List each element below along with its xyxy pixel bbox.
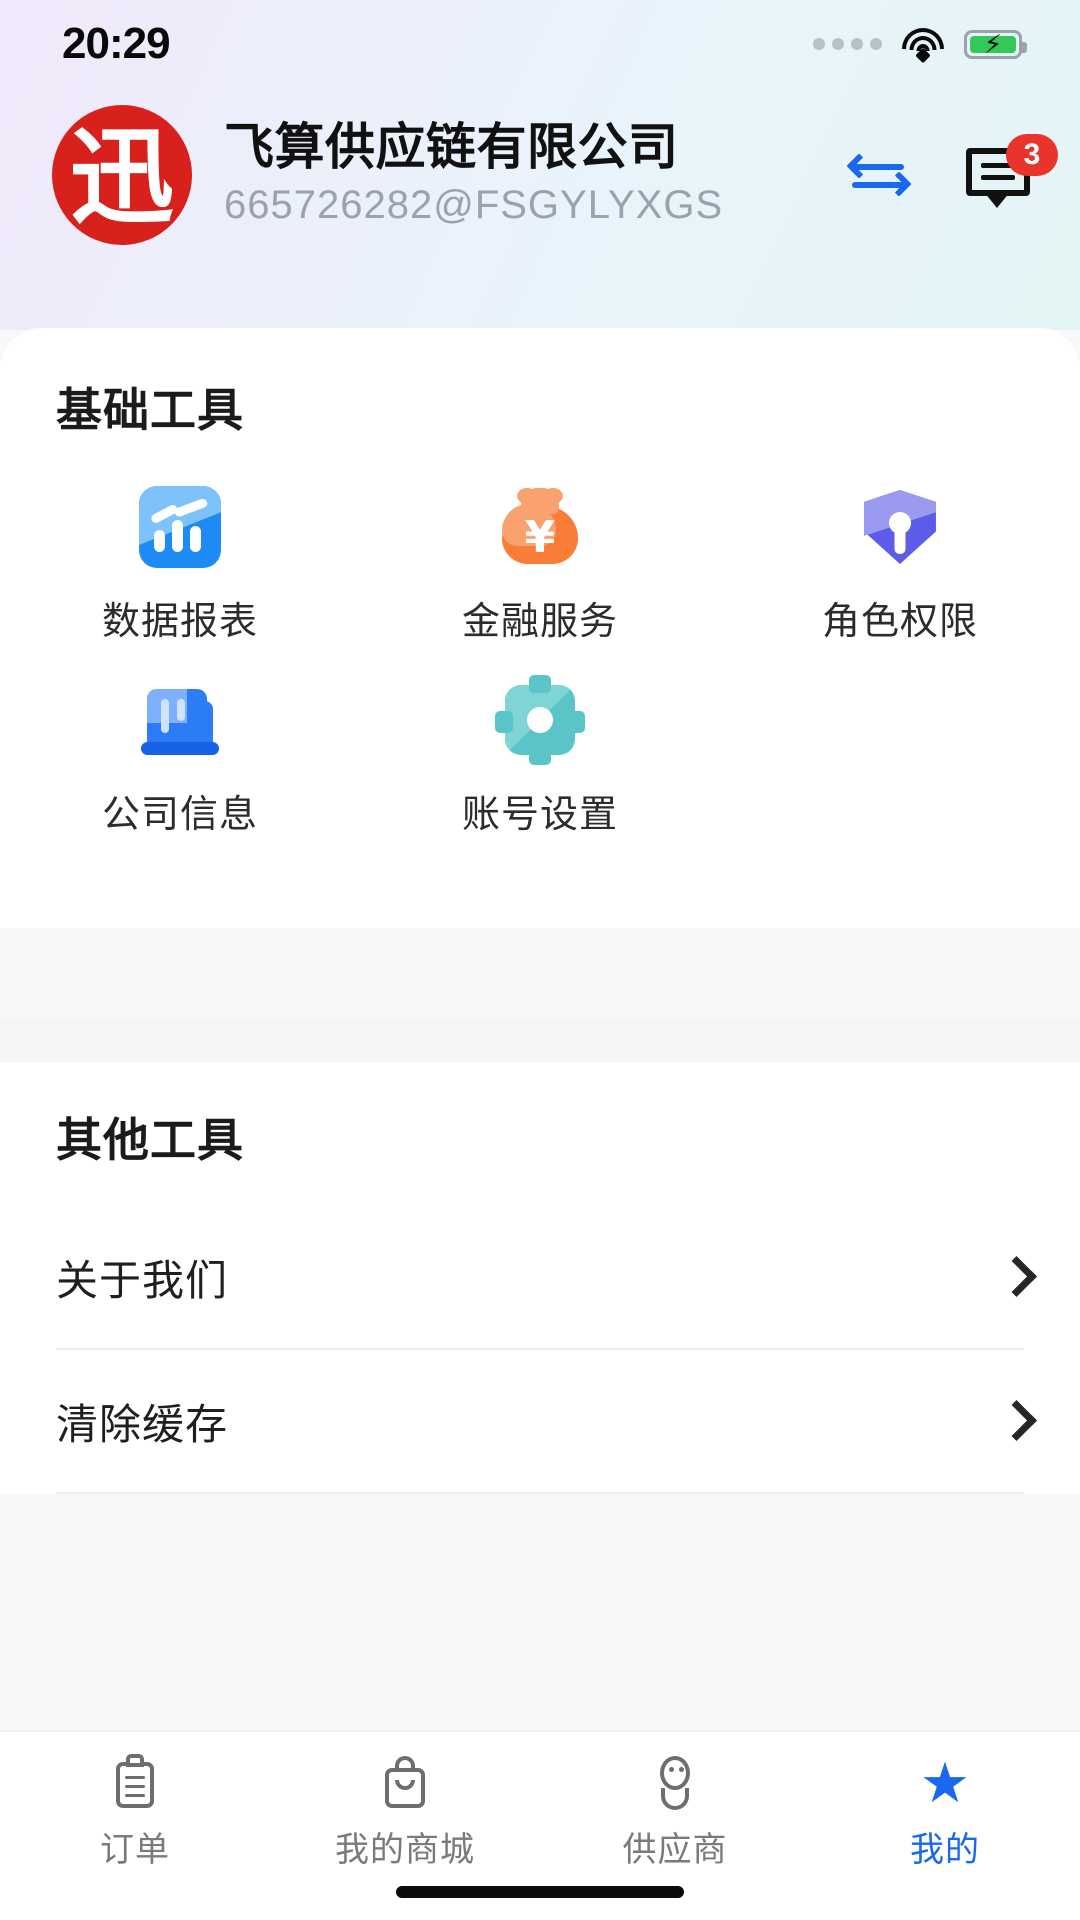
list-item-about-us[interactable]: 关于我们 <box>56 1206 1024 1350</box>
other-tools-title: 其他工具 <box>56 1114 244 1166</box>
header-actions: 3 <box>846 134 1058 208</box>
chart-report-icon <box>138 486 221 568</box>
account-id: 665726282@FSGYLYXGS <box>224 183 724 227</box>
tab-label: 订单 <box>100 1831 170 1869</box>
tool-item-account-settings[interactable]: 账号设置 <box>360 675 720 838</box>
clipboard-icon <box>106 1754 164 1812</box>
tool-item-empty <box>720 679 1080 838</box>
tool-item-data-report[interactable]: 数据报表 <box>0 486 360 645</box>
tool-label: 金融服务 <box>461 601 618 643</box>
basic-tools-grid: 数据报表 ¥ 金融服务 角色权限 公司信息 账号设置 <box>0 486 1080 872</box>
building-icon <box>139 679 221 761</box>
wifi-icon <box>902 28 944 64</box>
account-text-block: 飞算供应链有限公司 665726282@FSGYLYXGS <box>224 119 840 231</box>
money-bag-icon: ¥ <box>499 486 581 568</box>
tab-label: 我的商城 <box>335 1831 475 1869</box>
other-tools-list: 关于我们 清除缓存 <box>0 1206 1080 1494</box>
switch-account-icon[interactable] <box>846 152 912 198</box>
company-name: 飞算供应链有限公司 <box>224 119 679 175</box>
status-bar: 20:29 ⚡ <box>0 0 1080 88</box>
tool-item-financial-service[interactable]: ¥ 金融服务 <box>360 486 720 645</box>
basic-tools-title: 基础工具 <box>56 384 244 436</box>
chevron-right-icon <box>1002 1258 1024 1296</box>
tool-label: 账号设置 <box>461 794 618 836</box>
section-divider <box>0 1020 1080 1062</box>
basic-tools-card: 基础工具 数据报表 ¥ 金融服务 角色权限 公司信息 账号设置 <box>0 328 1080 928</box>
app-screen: 20:29 ⚡ 迅 飞算供应链有限公司 665726282@FSGYLYXGS <box>0 0 1080 1920</box>
supplier-person-icon <box>646 1754 704 1812</box>
status-time: 20:29 <box>62 19 171 68</box>
message-badge: 3 <box>1006 134 1058 176</box>
list-item-label: 关于我们 <box>56 1256 229 1304</box>
list-item-clear-cache[interactable]: 清除缓存 <box>56 1350 1024 1494</box>
tool-label: 角色权限 <box>821 601 978 643</box>
tool-label: 公司信息 <box>101 794 258 836</box>
shield-lock-icon <box>859 486 941 568</box>
status-indicators: ⚡ <box>813 28 1027 64</box>
tab-label: 我的 <box>910 1831 980 1869</box>
header-region: 20:29 ⚡ 迅 飞算供应链有限公司 665726282@FSGYLYXGS <box>0 0 1080 330</box>
tab-label: 供应商 <box>622 1831 728 1869</box>
list-item-label: 清除缓存 <box>56 1400 229 1448</box>
star-icon: ★ <box>919 1751 971 1814</box>
account-header: 迅 飞算供应链有限公司 665726282@FSGYLYXGS 3 <box>0 100 1080 250</box>
tab-orders[interactable]: 订单 <box>0 1732 270 1920</box>
tool-item-role-permission[interactable]: 角色权限 <box>720 486 1080 645</box>
tab-mine[interactable]: ★ 我的 <box>810 1732 1080 1920</box>
gear-icon <box>494 675 585 765</box>
company-logo-icon[interactable]: 迅 <box>52 105 192 245</box>
home-indicator <box>396 1886 684 1898</box>
shopping-bag-icon <box>376 1754 434 1812</box>
signal-dots-icon <box>813 38 882 50</box>
company-logo-glyph: 迅 <box>69 116 174 238</box>
message-icon[interactable]: 3 <box>966 134 1058 208</box>
tool-label: 数据报表 <box>101 601 258 643</box>
battery-charging-icon: ⚡ <box>964 29 1027 59</box>
other-tools-card: 其他工具 关于我们 清除缓存 <box>0 1062 1080 1494</box>
tool-item-company-info[interactable]: 公司信息 <box>0 679 360 838</box>
chevron-right-icon <box>1002 1402 1024 1440</box>
